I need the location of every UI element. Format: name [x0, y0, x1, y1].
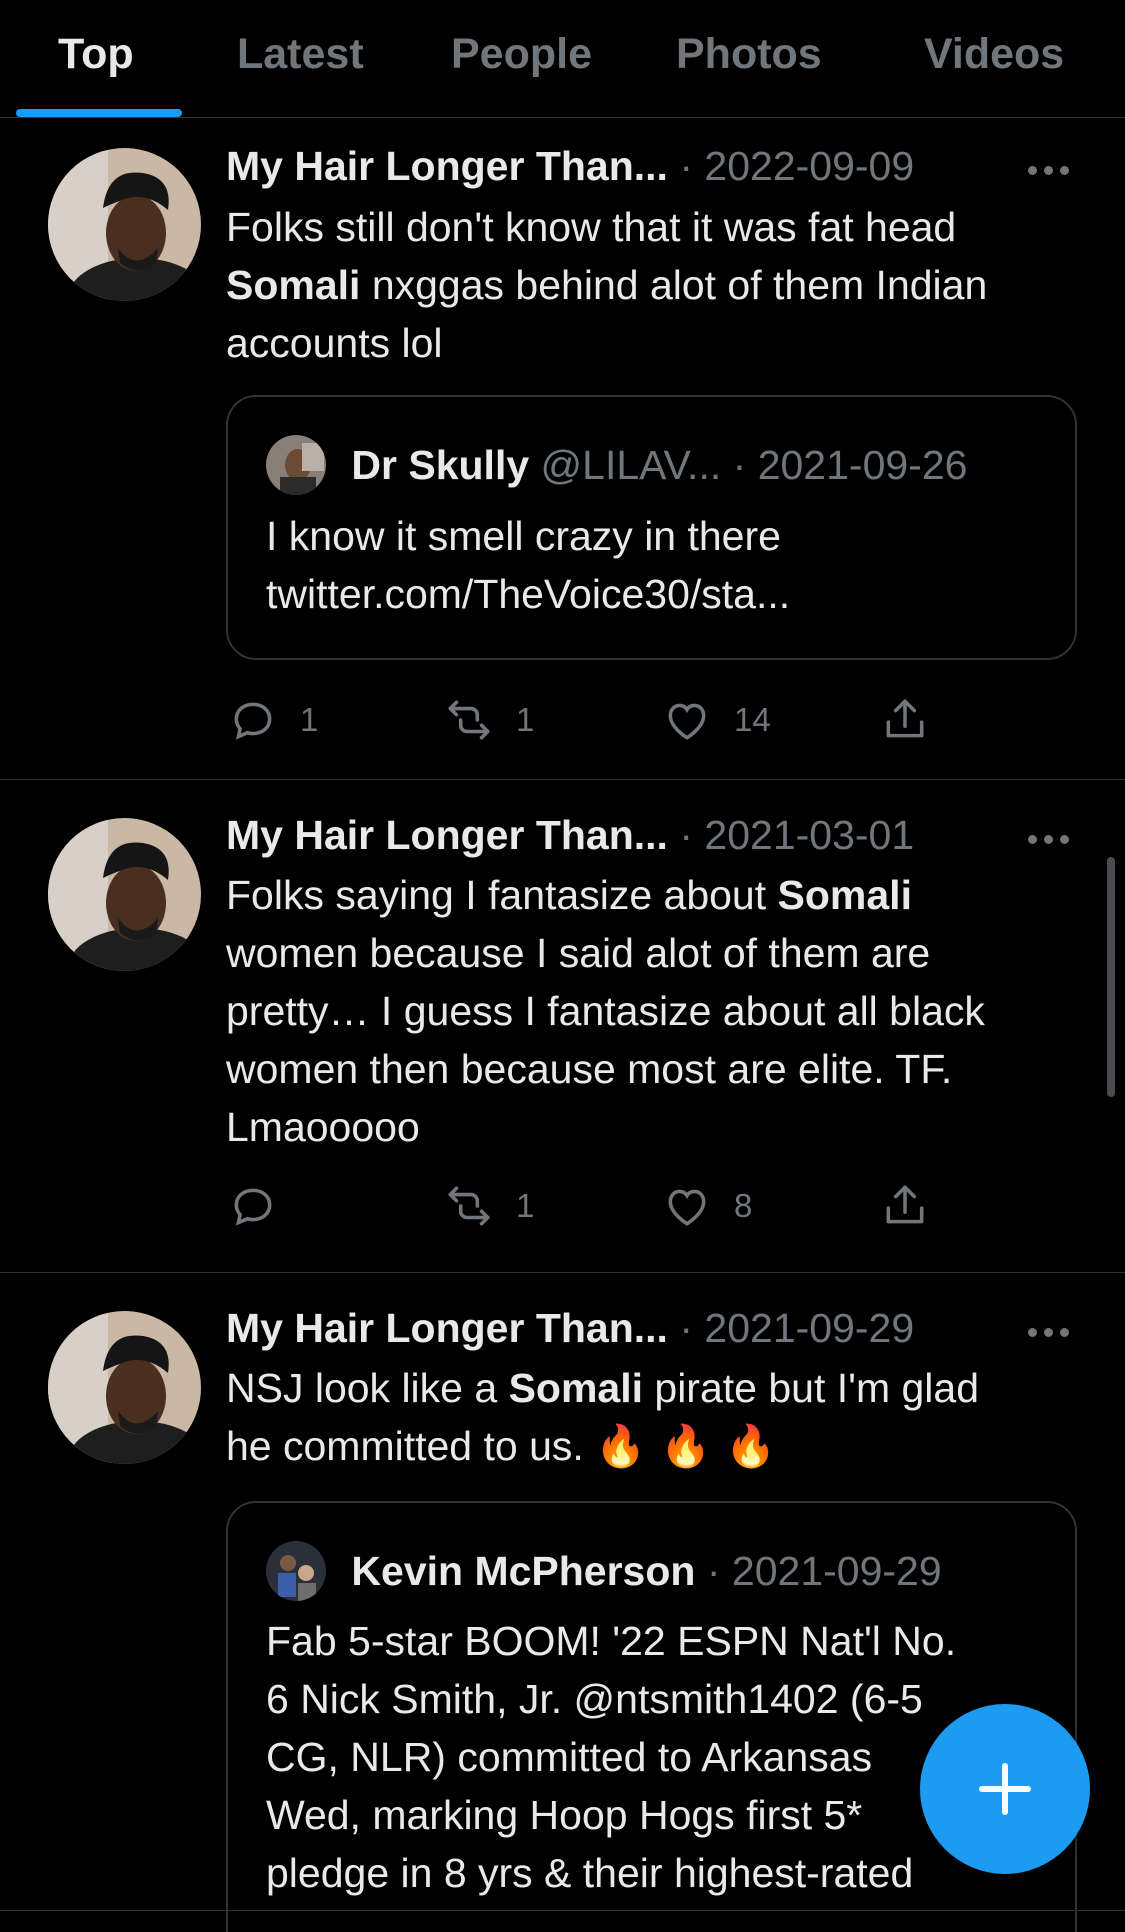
retweet-button[interactable]: 1	[444, 1176, 534, 1236]
quoted-text: I know it smell crazy in there twitter.c…	[266, 507, 1056, 623]
quoted-avatar	[266, 1541, 326, 1602]
compose-tweet-button[interactable]	[920, 1704, 1090, 1874]
separator: ·	[732, 442, 747, 488]
quoted-author-handle: @LILAV...	[540, 442, 722, 488]
tweet-text-line: women because I said alot of them are	[226, 930, 931, 976]
tweet-date[interactable]: 2021-03-01	[704, 812, 914, 858]
separator: ·	[706, 1548, 721, 1594]
quoted-text-line: Fab 5-star BOOM! '22 ESPN Nat'l No.	[266, 1618, 957, 1664]
tweet-text-line: Lmaooooo	[226, 1104, 420, 1150]
author-name[interactable]: My Hair Longer Than...	[226, 1305, 668, 1351]
avatar[interactable]	[48, 148, 201, 301]
reply-button[interactable]: 1	[228, 690, 318, 750]
tab-photos[interactable]: Photos	[676, 24, 822, 84]
tweet-header: My Hair Longer Than... · 2021-03-01	[226, 807, 914, 863]
quoted-tweet-header: Kevin McPherson · 2021-09-29	[266, 1539, 942, 1603]
retweet-count: 1	[516, 701, 535, 738]
active-tab-indicator	[16, 109, 182, 117]
retweet-icon	[448, 1186, 490, 1226]
share-button[interactable]	[880, 690, 930, 750]
quoted-text-line: I know it smell crazy in there	[266, 513, 781, 559]
quoted-text-line: 6 Nick Smith, Jr. @ntsmith1402 (6-5	[266, 1676, 923, 1722]
reply-icon	[234, 1188, 272, 1226]
share-icon	[886, 699, 924, 738]
highlight-term: Somali	[777, 872, 912, 918]
tweet-text-line: Somali nxggas behind alot of them Indian	[226, 256, 1086, 314]
avatar[interactable]	[48, 1311, 201, 1464]
more-icon[interactable]	[1024, 1320, 1074, 1344]
tweet-text: Folks still don't know that it was fat h…	[226, 198, 1086, 372]
tweet-text-segment: he committed to us.	[226, 1423, 596, 1469]
tab-videos[interactable]: Videos	[924, 24, 1064, 84]
quoted-avatar	[266, 435, 326, 496]
separator: ·	[679, 143, 693, 189]
like-button[interactable]: 8	[662, 1176, 752, 1236]
tweet-text-segment: Folks saying I fantasize about	[226, 872, 778, 918]
reply-count: 1	[300, 701, 319, 738]
tweet-text-line: he committed to us. 🔥🔥🔥	[226, 1417, 1086, 1475]
quoted-text-line: pledge in 8 yrs & their highest-rated	[266, 1850, 914, 1896]
more-icon[interactable]	[1024, 827, 1074, 851]
quoted-tweet[interactable]: Dr Skully @LILAV... · 2021-09-26 I know …	[226, 395, 1077, 660]
retweet-button[interactable]: 1	[444, 690, 534, 750]
separator: ·	[679, 1305, 693, 1351]
like-count: 8	[734, 1187, 753, 1224]
quoted-date: 2021-09-26	[757, 442, 968, 488]
quoted-author-name: Dr Skully	[351, 442, 530, 488]
highlight-term: Somali	[508, 1365, 643, 1411]
quoted-tweet[interactable]: Kevin McPherson · 2021-09-29 Fab 5-star …	[226, 1501, 1077, 1932]
tweet-text-line: Folks still don't know that it was fat h…	[226, 204, 957, 250]
share-icon	[886, 1185, 924, 1224]
tab-top[interactable]: Top	[58, 24, 134, 84]
avatar[interactable]	[48, 818, 201, 971]
like-icon	[668, 1189, 706, 1226]
share-button[interactable]	[880, 1176, 930, 1236]
quoted-tweet-header: Dr Skully @LILAV... · 2021-09-26	[266, 433, 967, 497]
author-name[interactable]: My Hair Longer Than...	[226, 812, 668, 858]
tweet-header: My Hair Longer Than... · 2022-09-09	[226, 138, 914, 194]
fire-emoji: 🔥🔥🔥	[595, 1423, 791, 1469]
tweet-text: NSJ look like a Somali pirate but I'm gl…	[226, 1359, 1086, 1475]
tab-latest[interactable]: Latest	[237, 24, 364, 84]
tweet-actions: 1 1 14	[226, 690, 986, 750]
separator: ·	[679, 812, 693, 858]
tweet-text-segment: nxggas behind alot of them Indian	[360, 262, 988, 308]
retweet-count: 1	[516, 1187, 535, 1224]
tab-people[interactable]: People	[451, 24, 592, 84]
tweet-text-line: NSJ look like a Somali pirate but I'm gl…	[226, 1359, 1086, 1417]
tweet-text-line: Folks saying I fantasize about Somali	[226, 866, 1086, 924]
tweet-text-line: pretty… I guess I fantasize about all bl…	[226, 988, 985, 1034]
tweet-date[interactable]: 2022-09-09	[704, 143, 914, 189]
quoted-author-name: Kevin McPherson	[351, 1548, 696, 1594]
tweet-date[interactable]: 2021-09-29	[704, 1305, 914, 1351]
highlight-term: Somali	[226, 262, 361, 308]
tweet-header: My Hair Longer Than... · 2021-09-29	[226, 1300, 914, 1356]
tweet-text-segment: pirate but I'm glad	[643, 1365, 980, 1411]
tweet-actions: 1 8	[226, 1176, 986, 1236]
tweet-text-segment: NSJ look like a	[226, 1365, 509, 1411]
quoted-link[interactable]: twitter.com/TheVoice30/sta...	[266, 565, 1056, 623]
bottom-divider	[0, 1910, 1125, 1911]
like-count: 14	[734, 701, 771, 738]
retweet-icon	[448, 700, 490, 740]
tweet[interactable]: My Hair Longer Than... · 2022-09-09 Folk…	[0, 118, 1125, 780]
like-button[interactable]: 14	[662, 690, 771, 750]
more-icon[interactable]	[1024, 158, 1074, 182]
like-icon	[668, 703, 706, 740]
tweet[interactable]: My Hair Longer Than... · 2021-03-01 Folk…	[0, 780, 1125, 1273]
search-tabs: Top Latest People Photos Videos	[0, 0, 1125, 118]
tweet-text-line: accounts lol	[226, 320, 443, 366]
tweet-text: Folks saying I fantasize about Somali wo…	[226, 866, 1086, 1156]
scrollbar-thumb[interactable]	[1107, 857, 1115, 1097]
quoted-date: 2021-09-29	[731, 1548, 942, 1594]
tweet-text-line: women then because most are elite. TF.	[226, 1046, 953, 1092]
reply-button[interactable]	[228, 1176, 278, 1236]
reply-icon	[234, 702, 272, 740]
author-name[interactable]: My Hair Longer Than...	[226, 143, 668, 189]
